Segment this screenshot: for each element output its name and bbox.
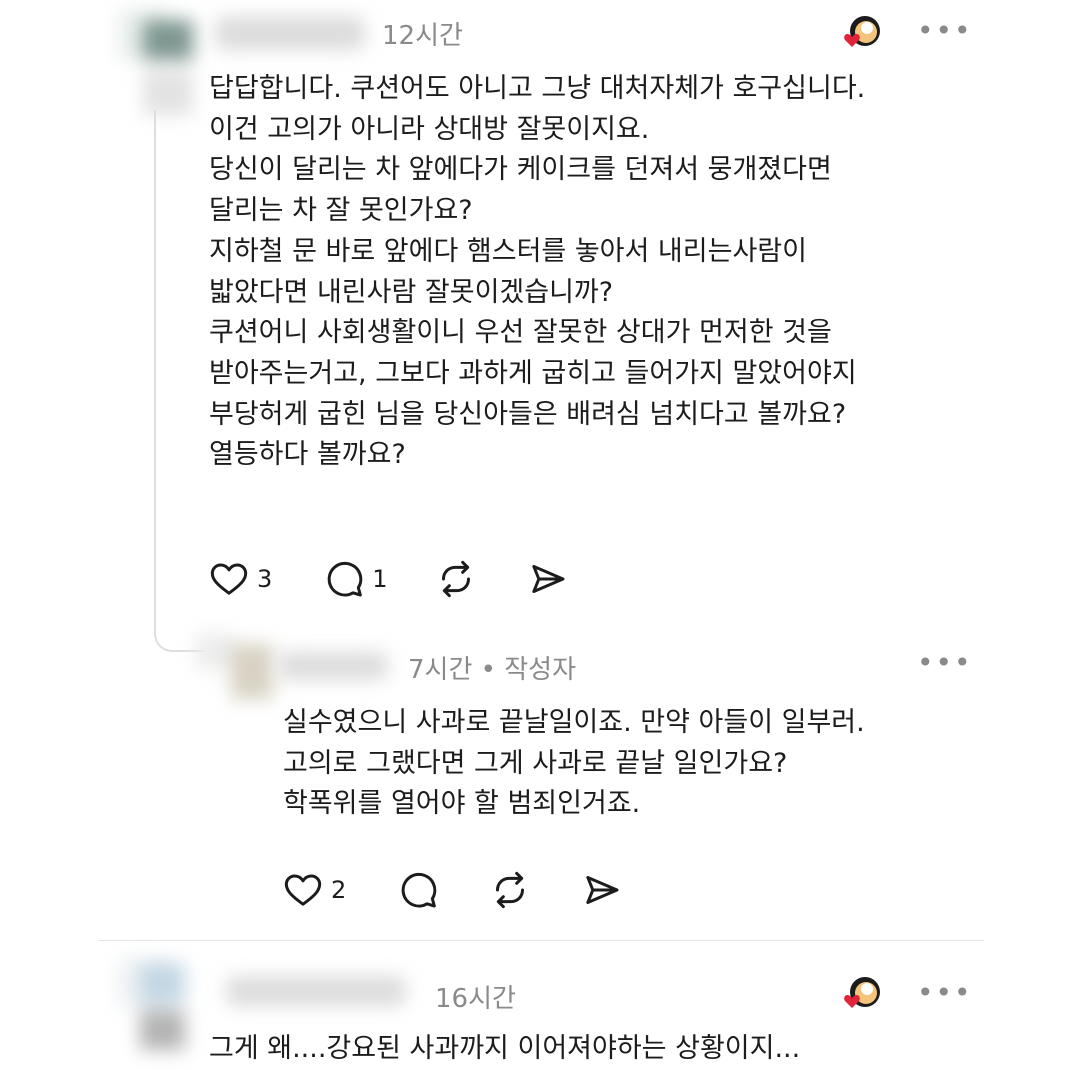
more-options-icon[interactable]: •••	[917, 649, 973, 677]
heart-icon	[210, 563, 248, 595]
share-button[interactable]	[582, 870, 622, 910]
comment-line: 쿠션어니 사회생활이니 우선 잘못한 상대가 먼저한 것을	[209, 317, 832, 349]
avatar[interactable]	[118, 10, 218, 150]
comment-line: 당신이 달리는 차 앞에다가 케이크를 던져서 뭉개졌다면	[209, 154, 832, 186]
action-bar: 3 1	[209, 557, 568, 601]
comment-body: 답답합니다. 쿠션어도 아니고 그냥 대처자체가 호구십니다. 이건 고의가 아…	[209, 69, 865, 476]
comment-line: 실수였으니 사과로 끝날일이죠. 만약 아들이 일부러.	[283, 707, 865, 738]
like-count: 2	[331, 876, 347, 904]
comment-line: 그게 왜....강요된 사과까지 이어져야하는 상황이지...	[209, 1033, 801, 1064]
send-icon	[531, 565, 565, 593]
repost-icon	[496, 871, 525, 909]
comment-line: 지하철 문 바로 앞에다 햄스터를 놓아서 내리는사람이	[209, 235, 807, 267]
repost-icon	[441, 560, 470, 598]
heart-face-badge-icon	[841, 14, 883, 56]
comment-body: 실수였으니 사과로 끝날일이죠. 만약 아들이 일부러. 고의로 그랬다면 그게…	[283, 703, 865, 825]
comment-line: 답답합니다. 쿠션어도 아니고 그냥 대처자체가 호구십니다.	[209, 73, 866, 104]
reply-button[interactable]	[398, 870, 438, 910]
avatar[interactable]	[118, 958, 218, 1058]
heart-face-badge-icon	[841, 975, 883, 1017]
divider	[98, 940, 984, 941]
like-button[interactable]: 2	[283, 870, 346, 910]
more-options-icon[interactable]: •••	[917, 17, 973, 45]
comment-line: 고의로 그랬다면 그게 사과로 끝날 일인가요?	[283, 747, 788, 779]
more-options-icon[interactable]: •••	[917, 979, 973, 1007]
comment-line: 밟았다면 내린사람 잘못이겠습니까?	[209, 276, 614, 308]
reply-count: 1	[372, 565, 388, 593]
heart-icon	[284, 874, 322, 906]
repost-button[interactable]	[490, 870, 530, 910]
comment-line: 학폭위를 열어야 할 범죄인거죠.	[283, 788, 641, 820]
comment-body: 그게 왜....강요된 사과까지 이어져야하는 상황이지...	[209, 1029, 800, 1070]
comment-line: 이건 고의가 아니라 상대방 잘못이지요.	[209, 113, 650, 145]
speech-bubble-icon	[401, 872, 437, 908]
speech-bubble-icon	[327, 561, 363, 597]
author-name-redacted[interactable]	[226, 976, 406, 1006]
author-name-redacted[interactable]	[215, 16, 365, 50]
comment-line: 달리는 차 잘 못인가요?	[209, 195, 473, 227]
share-button[interactable]	[528, 559, 568, 599]
repost-button[interactable]	[436, 559, 476, 599]
thread-line	[154, 110, 156, 610]
reply-button[interactable]: 1	[324, 559, 388, 599]
avatar[interactable]	[196, 634, 276, 704]
comment-line: 열등하다 볼까요?	[209, 439, 406, 471]
comment-line: 부당허게 굽힌 님을 당신아들은 배려심 넘치다고 볼까요?	[209, 398, 847, 430]
timestamp: 16시간	[435, 984, 516, 1014]
like-count: 3	[257, 565, 273, 593]
author-name-redacted[interactable]	[278, 652, 388, 680]
comment-line: 받아주는거고, 그보다 과하게 굽히고 들어가지 말았어야지	[209, 357, 857, 389]
timestamp-author: 7시간 • 작성자	[408, 655, 577, 685]
send-icon	[586, 876, 619, 904]
like-button[interactable]: 3	[209, 559, 272, 599]
action-bar: 2	[283, 868, 622, 912]
timestamp: 12시간	[382, 21, 463, 51]
